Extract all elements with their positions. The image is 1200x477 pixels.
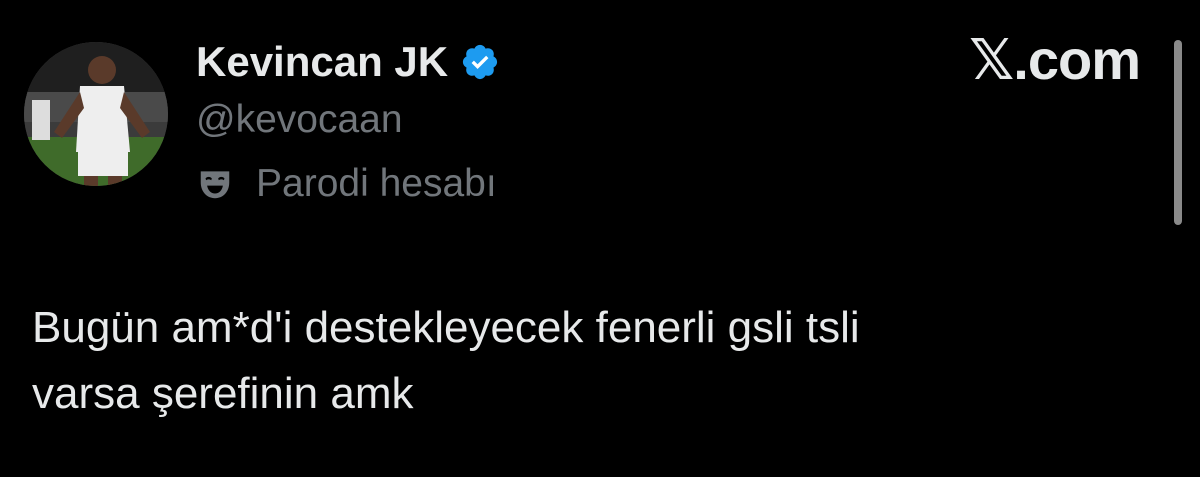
parody-label: Parodi hesabı: [256, 162, 497, 205]
x-watermark: 𝕏.com: [969, 28, 1141, 91]
tweet-line: Bugün am*d'i destekleyecek fenerli gsli …: [32, 303, 860, 352]
display-name[interactable]: Kevincan JK: [196, 36, 448, 88]
parody-label-row: Parodi hesabı: [196, 160, 497, 208]
avatar-photo: [24, 42, 168, 186]
parody-mask-icon: [200, 171, 230, 199]
tweet-line: varsa şerefinin amk: [32, 369, 414, 418]
verified-badge-icon: [463, 44, 498, 80]
display-name-row: Kevincan JK: [196, 36, 500, 88]
handle[interactable]: @kevocaan: [196, 96, 403, 144]
avatar[interactable]: [24, 42, 168, 186]
scrollbar[interactable]: [1174, 40, 1182, 225]
tweet-text: Bugün am*d'i destekleyecek fenerli gsli …: [32, 295, 1112, 427]
